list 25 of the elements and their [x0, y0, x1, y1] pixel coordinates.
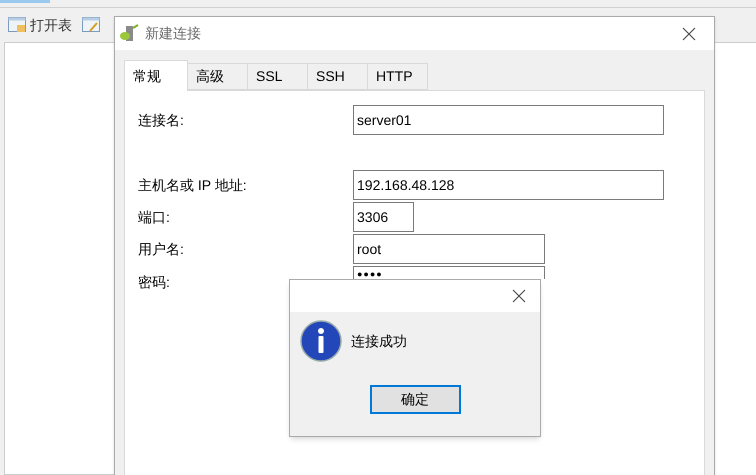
dialog-tab[interactable]: HTTP [368, 63, 428, 90]
dialog-tab[interactable]: SSH [308, 63, 368, 90]
text-field[interactable]: root [353, 234, 545, 264]
database-plug-icon [119, 24, 139, 44]
field-label: 端口: [138, 208, 171, 226]
field-label: 密码: [138, 273, 171, 292]
field-label: 连接名: [138, 110, 185, 130]
text-field[interactable]: server01 [353, 105, 664, 135]
text-field[interactable]: 3306 [353, 202, 414, 232]
close-icon[interactable] [682, 26, 696, 40]
toolbar-button[interactable]: 打开表 [8, 14, 72, 36]
dialog-tab[interactable]: 高级 [188, 63, 248, 90]
password-field[interactable]: ●●●● [353, 266, 545, 279]
info-icon [300, 320, 342, 362]
message-text: 连接成功 [351, 332, 407, 350]
ok-button[interactable]: 确定 [370, 385, 460, 414]
edit-table-icon[interactable] [82, 17, 100, 33]
field-label: 用户名: [138, 240, 185, 258]
text-field[interactable]: 192.168.48.128 [353, 170, 664, 200]
close-icon[interactable] [512, 289, 526, 303]
dialog-tab[interactable]: SSL [248, 63, 308, 90]
field-label: 主机名或 IP 地址: [138, 176, 248, 194]
dialog-title: 新建连接 [145, 24, 202, 43]
table-icon [8, 17, 26, 33]
dialog-tab[interactable]: 常规 [124, 60, 188, 91]
